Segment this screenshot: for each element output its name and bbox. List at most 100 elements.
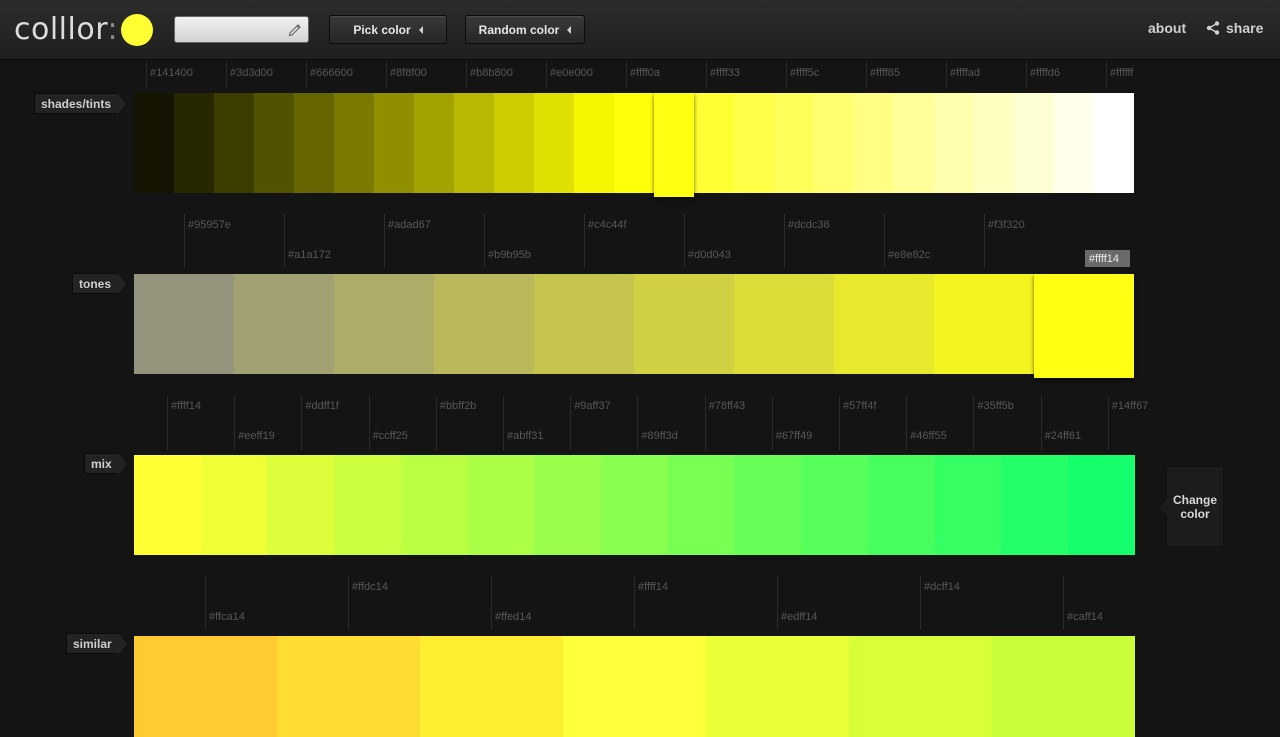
color-swatch[interactable] [834, 274, 934, 374]
color-swatch[interactable] [1014, 93, 1054, 193]
color-swatch[interactable] [254, 93, 294, 193]
color-swatch[interactable] [534, 93, 574, 193]
mix-strip [134, 455, 1135, 555]
color-swatch[interactable] [214, 93, 254, 193]
color-swatch[interactable] [267, 455, 335, 555]
color-swatch[interactable] [494, 93, 534, 193]
color-swatch[interactable] [277, 636, 420, 737]
pencil-icon[interactable] [287, 21, 303, 37]
shades-tints-label: shades/tints [34, 93, 127, 115]
color-swatch[interactable] [400, 455, 468, 555]
pick-color-button[interactable]: Pick color [329, 15, 447, 44]
color-swatch[interactable] [634, 274, 734, 374]
hex-label: #ffdc14 [352, 581, 388, 593]
color-swatch[interactable] [654, 93, 694, 197]
color-swatch[interactable] [174, 93, 214, 193]
color-swatch[interactable] [1001, 455, 1069, 555]
color-swatch[interactable] [420, 636, 563, 737]
color-swatch[interactable] [1094, 93, 1134, 193]
color-swatch[interactable] [434, 274, 534, 374]
hex-label: #bbff2b [439, 400, 477, 412]
color-swatch[interactable] [601, 455, 668, 555]
hex-label: #adad67 [388, 219, 431, 231]
hex-label: #666600 [310, 67, 353, 79]
hex-label: #dcff14 [924, 581, 960, 593]
color-swatch[interactable] [374, 93, 414, 193]
color-swatch[interactable] [294, 93, 334, 193]
hex-label: #35ff5b [977, 400, 1014, 412]
hex-label: #abff31 [507, 430, 544, 442]
mix-label: mix [84, 453, 127, 475]
color-swatch[interactable] [667, 455, 735, 555]
change-color-button[interactable]: Change color [1159, 466, 1224, 547]
color-swatch[interactable] [706, 636, 849, 737]
color-swatch[interactable] [1034, 274, 1134, 378]
hex-label: #a1a172 [288, 249, 331, 261]
color-swatch[interactable] [534, 455, 602, 555]
color-swatch[interactable] [454, 93, 494, 193]
caret-left-icon [567, 25, 572, 34]
color-swatch[interactable] [854, 93, 894, 193]
color-swatch[interactable] [934, 455, 1002, 555]
hex-label: #9aff37 [574, 400, 611, 412]
color-swatch[interactable] [974, 93, 1014, 193]
hex-label: #b9b95b [488, 249, 531, 261]
color-swatch[interactable] [734, 93, 774, 193]
hex-label: #141400 [150, 67, 193, 79]
hex-label: #24ff61 [1044, 430, 1082, 442]
random-color-button[interactable]: Random color [465, 15, 585, 44]
color-swatch[interactable] [801, 455, 868, 555]
hex-label: #dcdc38 [788, 219, 830, 231]
similar-strip [134, 636, 1135, 737]
top-bar: colllor: Pick color Random color about s… [0, 0, 1280, 60]
hex-label: #57ff4f [843, 400, 877, 412]
color-swatch[interactable] [134, 93, 174, 193]
color-swatch[interactable] [774, 93, 814, 193]
color-swatch[interactable] [867, 455, 935, 555]
color-swatch[interactable] [414, 93, 454, 193]
hex-label: #ffff5c [790, 67, 820, 79]
share-link[interactable]: share [1206, 20, 1263, 36]
color-swatch[interactable] [1068, 455, 1135, 555]
caret-left-icon [418, 25, 423, 34]
color-swatch[interactable] [334, 93, 374, 193]
about-link[interactable]: about [1148, 20, 1186, 36]
color-swatch[interactable] [1054, 93, 1094, 193]
hex-label: #14ff67 [1111, 400, 1149, 412]
hex-label: #ffffff [1110, 67, 1134, 79]
color-swatch[interactable] [992, 636, 1135, 737]
color-swatch[interactable] [734, 274, 834, 374]
change-color-line1: Change [1172, 492, 1217, 507]
hex-label: #89ff3d [641, 430, 678, 442]
hex-label: #ffffad [950, 67, 980, 79]
color-swatch[interactable] [234, 274, 334, 374]
tones-strip [134, 274, 1134, 378]
color-swatch[interactable] [334, 455, 401, 555]
color-swatch[interactable] [814, 93, 854, 193]
color-swatch[interactable] [614, 93, 654, 193]
color-swatch[interactable] [134, 455, 201, 555]
hex-label: #67ff49 [775, 430, 813, 442]
color-swatch[interactable] [694, 93, 734, 193]
color-swatch[interactable] [134, 636, 277, 737]
color-swatch[interactable] [894, 93, 934, 193]
hex-label: #ffff0a [630, 67, 660, 79]
hex-label: #8f8f00 [390, 67, 427, 79]
color-swatch[interactable] [200, 455, 268, 555]
similar-label: similar [66, 633, 127, 655]
color-swatch[interactable] [534, 274, 634, 374]
hex-label: #f3f320 [988, 219, 1025, 231]
color-swatch[interactable] [334, 274, 434, 374]
color-swatch[interactable] [849, 636, 992, 737]
color-swatch[interactable] [934, 93, 974, 193]
color-swatch[interactable] [734, 455, 802, 555]
hex-label: #ccff25 [372, 430, 408, 442]
logo-text: colllor [14, 12, 108, 47]
color-swatch[interactable] [574, 93, 614, 193]
color-swatch[interactable] [934, 274, 1034, 374]
logo[interactable]: colllor: [14, 12, 118, 47]
color-swatch[interactable] [563, 636, 706, 737]
hex-label: #ffff14 [638, 581, 668, 593]
color-swatch[interactable] [467, 455, 535, 555]
color-swatch[interactable] [134, 274, 234, 374]
